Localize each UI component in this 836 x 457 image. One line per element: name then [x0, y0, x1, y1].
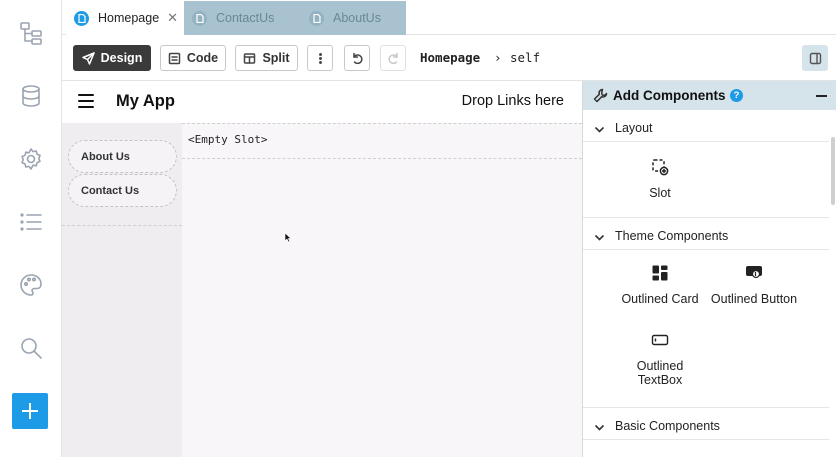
toggle-panel-button[interactable]: [802, 45, 828, 71]
redo-icon: [387, 52, 398, 64]
breadcrumb-separator: ›: [494, 50, 502, 65]
code-label: Code: [186, 51, 219, 65]
nav-item-about-us[interactable]: About Us: [68, 140, 177, 173]
section-basic-components[interactable]: Basic Components: [583, 411, 829, 440]
chevron-down-icon: [594, 122, 605, 133]
page-icon: [74, 10, 89, 26]
settings-gear-icon: [21, 148, 41, 170]
add-button[interactable]: [12, 393, 48, 429]
section-layout[interactable]: Layout: [583, 113, 829, 142]
mouse-cursor-icon: [284, 232, 292, 243]
component-label: Outlined TextBox: [636, 359, 684, 387]
plus-icon: [22, 403, 38, 419]
redo-button[interactable]: [380, 45, 406, 71]
design-button[interactable]: Design: [73, 45, 151, 71]
dashboard-grid-icon: [651, 264, 669, 282]
breadcrumb-page[interactable]: Homepage: [420, 50, 480, 65]
breadcrumb-self[interactable]: self: [510, 50, 540, 65]
tab-bar: Homepage ✕ ContactUs AboutUs: [62, 0, 836, 35]
pages-tree-button[interactable]: [12, 14, 50, 52]
section-label: Theme Components: [615, 229, 729, 243]
slot-icon: [651, 158, 669, 176]
section-divider: [583, 217, 829, 218]
split-view-icon: [244, 52, 256, 64]
component-slot[interactable]: Slot: [615, 158, 705, 200]
page-icon: [192, 10, 207, 26]
collapse-panel-button[interactable]: [816, 95, 827, 97]
tab-aboutus[interactable]: AboutUs: [301, 1, 406, 35]
app-title: My App: [116, 92, 175, 110]
send-icon: [81, 51, 95, 65]
wrench-icon: [593, 88, 608, 103]
tab-contactus[interactable]: ContactUs: [184, 1, 301, 35]
section-label: Layout: [615, 121, 653, 135]
design-label: Design: [100, 51, 143, 65]
tab-label: Homepage: [98, 11, 160, 25]
section-label: Basic Components: [615, 419, 720, 433]
more-options-button[interactable]: [307, 45, 333, 71]
chevron-down-icon: [594, 420, 605, 431]
database-button[interactable]: [12, 77, 50, 115]
hamburger-menu-icon[interactable]: [78, 94, 94, 110]
palette-icon: [20, 274, 42, 296]
component-label: Slot: [649, 186, 671, 200]
close-icon[interactable]: ✕: [167, 11, 178, 24]
drop-links-zone[interactable]: Drop Links here: [462, 93, 564, 109]
split-button[interactable]: Split: [235, 45, 298, 71]
undo-button[interactable]: [344, 45, 370, 71]
tab-label: AboutUs: [333, 11, 381, 25]
component-outlined-textbox[interactable]: Outlined TextBox: [615, 331, 705, 387]
more-vertical-icon: [318, 52, 322, 64]
section-divider: [583, 407, 829, 408]
help-icon[interactable]: ?: [730, 89, 743, 102]
panel-title: Add Components: [613, 88, 726, 103]
component-outlined-card[interactable]: Outlined Card: [615, 264, 705, 306]
tab-label: ContactUs: [216, 11, 275, 25]
list-icon: [20, 213, 42, 231]
add-components-panel: Add Components ? Layout Slot Theme Compo…: [582, 81, 836, 457]
nav-item-contact-us[interactable]: Contact Us: [68, 174, 177, 207]
nav-divider: [62, 225, 182, 226]
toolbar: Design Code Split Homepage › self: [62, 35, 836, 81]
pages-tree-icon: [20, 22, 42, 45]
left-rail: [0, 0, 62, 457]
design-canvas[interactable]: My App Drop Links here About Us Contact …: [62, 81, 582, 457]
tab-homepage[interactable]: Homepage ✕: [66, 1, 184, 35]
search-button[interactable]: [12, 329, 50, 367]
database-icon: [22, 85, 40, 107]
button-click-icon: [745, 264, 763, 282]
side-navigation: About Us Contact Us: [62, 123, 182, 457]
component-outlined-button[interactable]: Outlined Button: [709, 264, 799, 306]
section-theme-components[interactable]: Theme Components: [583, 221, 829, 250]
empty-slot[interactable]: <Empty Slot>: [182, 123, 582, 159]
undo-icon: [352, 52, 363, 64]
theme-button[interactable]: [12, 266, 50, 304]
side-panel-icon: [809, 52, 821, 64]
panel-header: Add Components ?: [583, 81, 836, 110]
page-icon: [309, 10, 324, 26]
app-bar: My App Drop Links here: [62, 81, 582, 123]
textbox-icon: [651, 331, 669, 349]
empty-slot-label: <Empty Slot>: [188, 133, 268, 146]
document-lines-icon: [168, 52, 181, 64]
component-label: Outlined Button: [710, 292, 798, 306]
settings-button[interactable]: [12, 140, 50, 178]
search-icon: [21, 338, 42, 359]
chevron-down-icon: [594, 230, 605, 241]
code-button[interactable]: Code: [160, 45, 226, 71]
list-button[interactable]: [12, 203, 50, 241]
split-label: Split: [262, 51, 290, 65]
panel-scrollbar[interactable]: [831, 137, 835, 205]
component-label: Outlined Card: [621, 292, 699, 306]
